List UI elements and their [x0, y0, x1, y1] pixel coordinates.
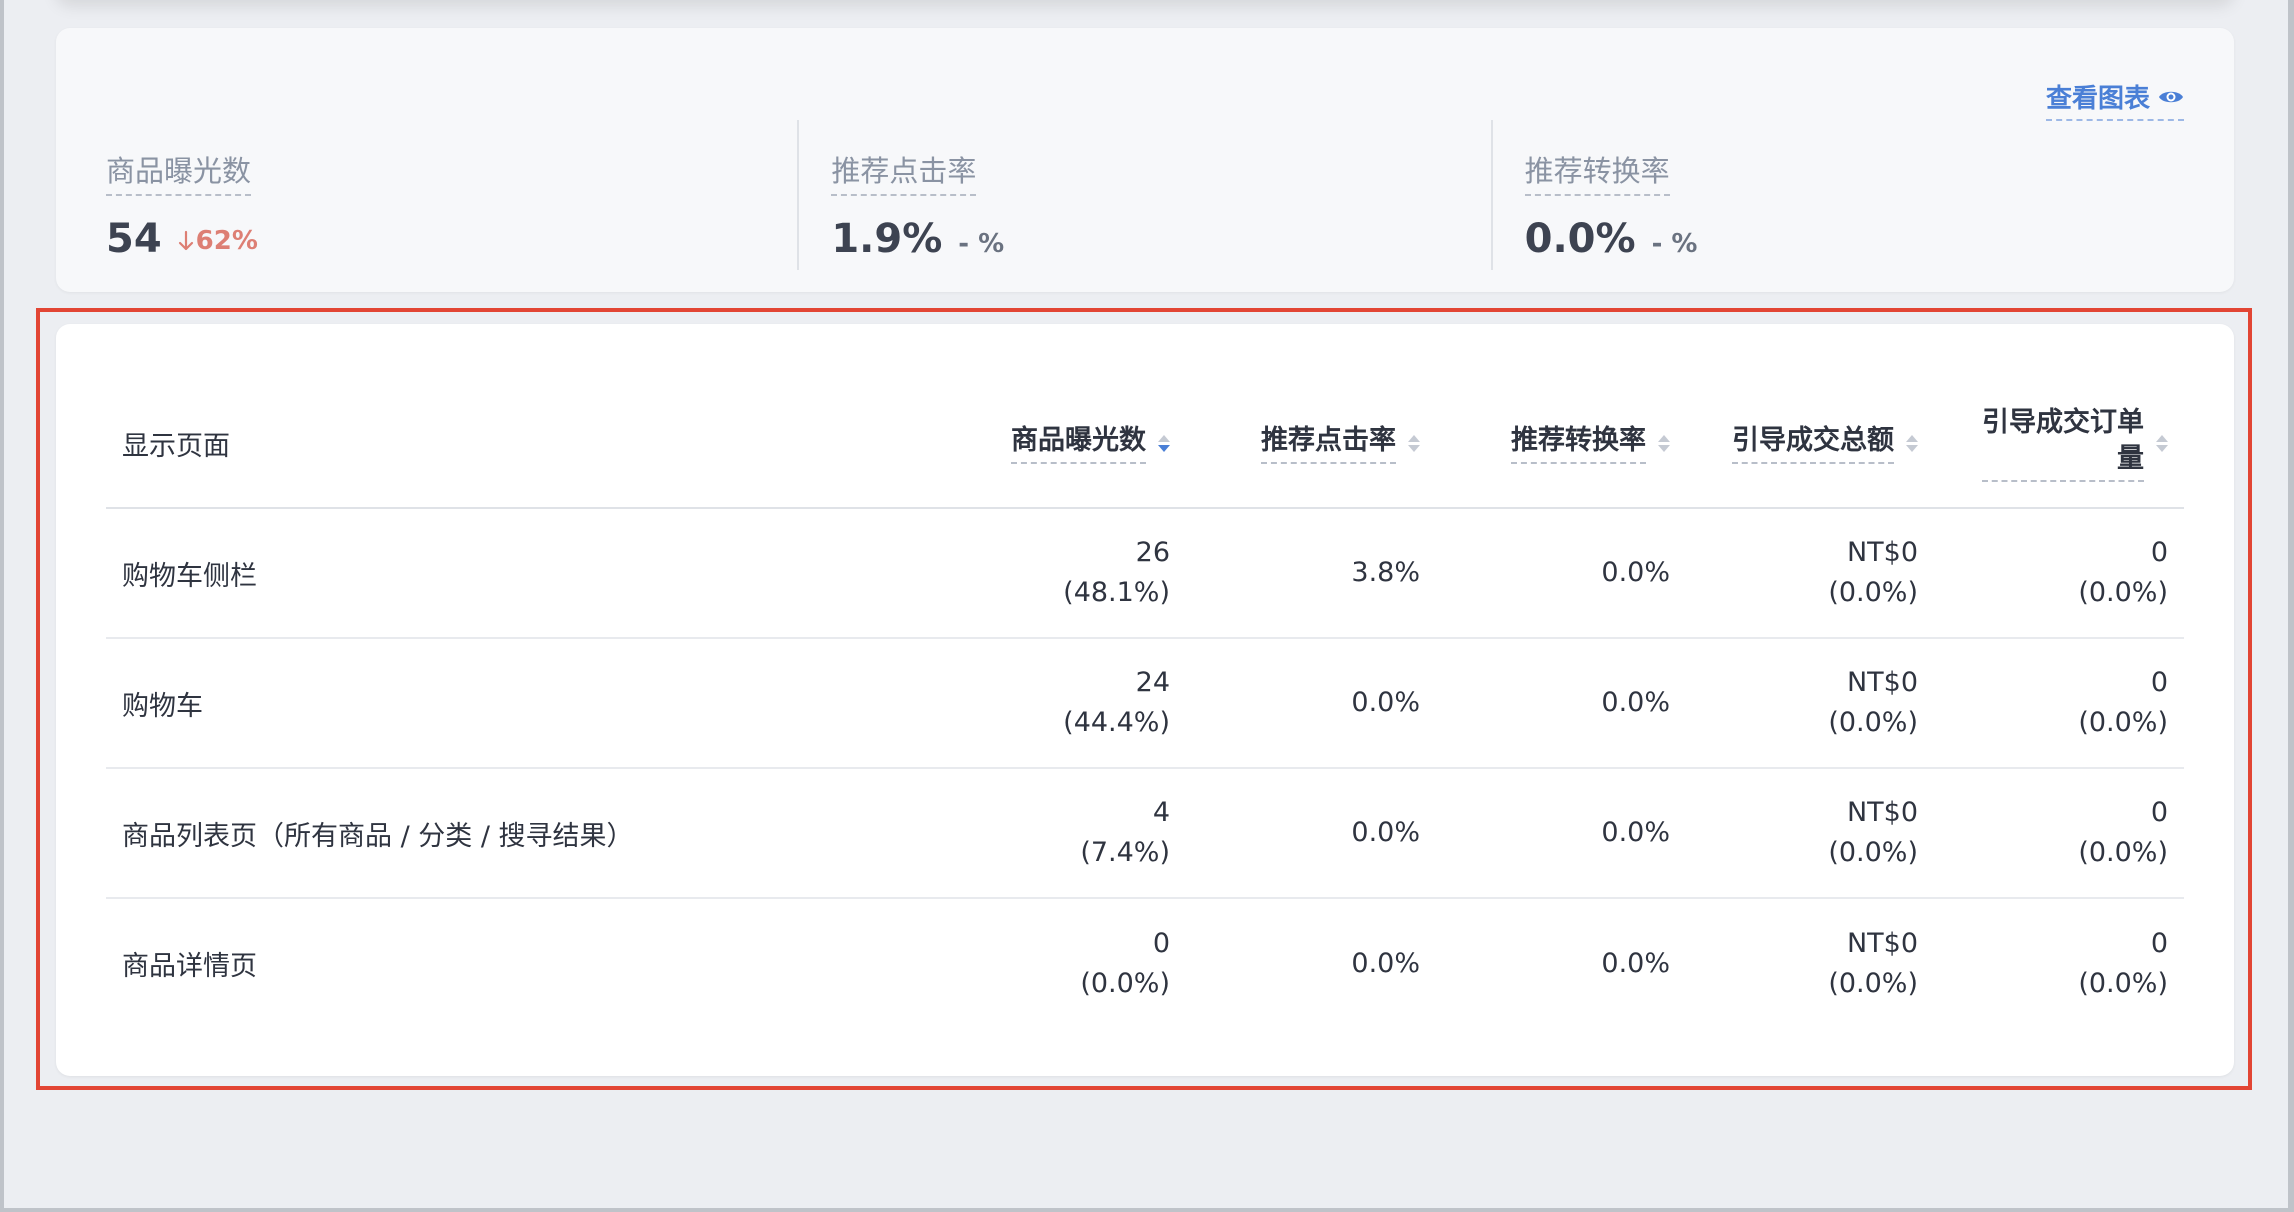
metric-value: 0.0%	[1524, 216, 1636, 262]
cell-ctr: 0.0%	[1186, 767, 1436, 898]
cell-value: 0	[2150, 797, 2168, 828]
metric-label[interactable]: 商品曝光数	[106, 148, 252, 196]
header-revenue[interactable]: 引导成交总额	[1686, 380, 1934, 509]
cell-value: NT$0	[1846, 537, 1918, 568]
header-label: 推荐转换率	[1511, 423, 1646, 465]
cell-ctr: 0.0%	[1186, 897, 1436, 1028]
sort-icon[interactable]	[1408, 435, 1420, 452]
header-label: 推荐点击率	[1261, 423, 1396, 465]
window-right-edge	[2288, 0, 2294, 1212]
metric-ctr: 推荐点击率 1.9% - %	[797, 120, 1490, 270]
view-chart-link[interactable]: 查看图表	[2045, 78, 2184, 121]
cell-impressions: 24 (44.4%)	[936, 637, 1186, 768]
cell-page: 购物车侧栏	[122, 560, 257, 592]
cell-value: 24	[1135, 667, 1170, 698]
cell-impressions: 26 (48.1%)	[936, 508, 1186, 638]
table-row: 购物车侧栏 26 (48.1%) 3.8% 0.0% NT$0 (0.0%) 0 (0…	[106, 508, 2184, 638]
window-bottom-edge	[0, 1208, 2294, 1212]
cell-value: 26	[1135, 537, 1170, 568]
header-label-line1: 引导成交订单	[1982, 407, 2144, 439]
cell-orders: 0 (0.0%)	[1934, 637, 2184, 768]
cell-pct: (44.4%)	[1063, 707, 1170, 738]
arrow-down-icon	[178, 230, 193, 251]
metric-cvr: 推荐转换率 0.0% - %	[1490, 120, 2184, 270]
cell-pct: (7.4%)	[1080, 837, 1170, 868]
header-label: 商品曝光数	[1011, 423, 1146, 465]
cell-value: 0	[2150, 667, 2168, 698]
metric-value: 54	[106, 216, 162, 262]
header-label-line2: 量	[2117, 442, 2144, 474]
window-left-edge	[0, 0, 4, 1212]
header-orders[interactable]: 引导成交订单量	[1934, 380, 2184, 509]
cell-value: 4	[1152, 797, 1170, 828]
metric-change: - %	[958, 229, 1005, 259]
page-breakdown-card: 显示页面 商品曝光数 推荐点击率 推荐转换率 引导成交总额 引导成交订单 量 购…	[56, 324, 2234, 1076]
cell-impressions: 0 (0.0%)	[936, 897, 1186, 1028]
cell-pct: (0.0%)	[1828, 577, 1918, 608]
metric-label[interactable]: 推荐转换率	[1524, 148, 1670, 196]
header-label: 引导成交总额	[1732, 423, 1894, 465]
header-impressions[interactable]: 商品曝光数	[936, 380, 1186, 509]
cell-page: 商品列表页（所有商品 / 分类 / 搜寻结果）	[106, 767, 936, 898]
sort-icon[interactable]	[1158, 435, 1170, 452]
cell-revenue: NT$0 (0.0%)	[1686, 897, 1934, 1028]
cell-ctr: 3.8%	[1351, 557, 1420, 588]
cell-value: 0	[2150, 537, 2168, 568]
table-row: 商品详情页 0 (0.0%) 0.0% 0.0% NT$0 (0.0%) 0 (0.0…	[106, 897, 2184, 1028]
cell-page: 商品详情页	[106, 897, 936, 1028]
cell-cvr: 0.0%	[1436, 767, 1686, 898]
table-row: 购物车 24 (44.4%) 0.0% 0.0% NT$0 (0.0%) 0 (0.0…	[106, 637, 2184, 768]
cell-impressions: 4 (7.4%)	[936, 767, 1186, 898]
metrics-row: 商品曝光数 54 62% 推荐点击率 1.9% - % 推荐转换率 0.0% -…	[106, 120, 2184, 270]
cell-revenue: NT$0 (0.0%)	[1686, 767, 1934, 898]
cell-pct: (0.0%)	[1080, 967, 1170, 999]
metric-change-value: 62%	[195, 226, 258, 256]
sort-icon[interactable]	[1658, 435, 1670, 452]
metric-change: 62%	[178, 226, 258, 256]
metric-impressions: 商品曝光数 54 62%	[106, 120, 797, 270]
view-chart-label: 查看图表	[2045, 84, 2150, 114]
cell-ctr: 0.0%	[1186, 637, 1436, 768]
cell-orders: 0 (0.0%)	[1934, 897, 2184, 1028]
cell-pct: (0.0%)	[2078, 577, 2168, 608]
table-header-row: 显示页面 商品曝光数 推荐点击率 推荐转换率 引导成交总额 引导成交订单 量	[106, 380, 2184, 509]
header-page: 显示页面	[106, 380, 936, 509]
cell-value: 0	[1152, 927, 1170, 959]
metric-value: 1.9%	[831, 216, 943, 262]
cell-orders: 0 (0.0%)	[1934, 508, 2184, 638]
cell-cvr: 0.0%	[1601, 557, 1670, 588]
summary-card: 查看图表 商品曝光数 54 62% 推荐点击率 1.9% - % 推荐转换率 0…	[56, 28, 2234, 292]
sort-icon[interactable]	[2156, 435, 2168, 452]
metric-change: - %	[1651, 229, 1698, 259]
cell-revenue: NT$0 (0.0%)	[1686, 637, 1934, 768]
cell-pct: (48.1%)	[1063, 577, 1170, 608]
header-label: 引导成交订单量	[1982, 405, 2144, 482]
cell-value: NT$0	[1846, 927, 1918, 959]
cell-value: NT$0	[1846, 667, 1918, 698]
cell-pct: (0.0%)	[2078, 837, 2168, 868]
cell-value: 0	[2150, 927, 2168, 959]
header-ctr[interactable]: 推荐点击率	[1186, 380, 1436, 509]
cell-page: 购物车	[106, 637, 936, 768]
cell-orders: 0 (0.0%)	[1934, 767, 2184, 898]
cell-value: NT$0	[1846, 797, 1918, 828]
table-row: 商品列表页（所有商品 / 分类 / 搜寻结果） 4 (7.4%) 0.0% 0.0…	[106, 767, 2184, 898]
eye-icon	[2159, 91, 2183, 102]
cell-pct: (0.0%)	[2078, 967, 2168, 999]
header-cvr[interactable]: 推荐转换率	[1436, 380, 1686, 509]
metric-label[interactable]: 推荐点击率	[831, 148, 977, 196]
cell-pct: (0.0%)	[2078, 707, 2168, 738]
cell-pct: (0.0%)	[1828, 967, 1918, 999]
cell-pct: (0.0%)	[1828, 707, 1918, 738]
cell-cvr: 0.0%	[1436, 897, 1686, 1028]
cell-cvr: 0.0%	[1436, 637, 1686, 768]
sort-icon[interactable]	[1906, 435, 1918, 452]
cell-revenue: NT$0 (0.0%)	[1686, 508, 1934, 638]
cell-pct: (0.0%)	[1828, 837, 1918, 868]
page-breakdown-table: 显示页面 商品曝光数 推荐点击率 推荐转换率 引导成交总额 引导成交订单 量 购…	[106, 380, 2184, 1028]
